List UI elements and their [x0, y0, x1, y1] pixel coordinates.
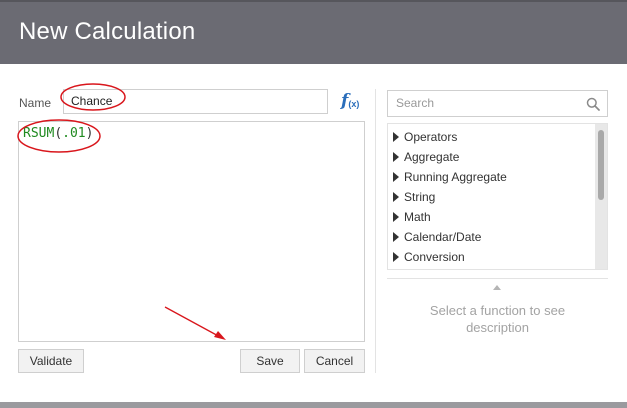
dialog-title: New Calculation — [19, 18, 196, 45]
expand-triangle-icon — [393, 212, 399, 222]
expand-triangle-icon — [393, 192, 399, 202]
function-category-label: Operators — [404, 130, 458, 144]
search-placeholder: Search — [396, 96, 435, 110]
function-list: Operators Aggregate Running Aggregate St… — [387, 123, 608, 270]
name-input[interactable]: Chance — [63, 89, 328, 114]
function-category-aggregate[interactable]: Aggregate — [393, 148, 459, 166]
save-button[interactable]: Save — [240, 349, 300, 373]
function-icon-sub: (x) — [348, 99, 360, 109]
new-calculation-dialog: New Calculation Name Chance f(x) RSUM(.0… — [0, 0, 627, 402]
function-search-input[interactable]: Search — [387, 90, 608, 117]
expand-triangle-icon — [393, 232, 399, 242]
expand-triangle-icon — [393, 132, 399, 142]
function-category-conversion[interactable]: Conversion — [393, 248, 465, 266]
panel-divider — [375, 89, 376, 373]
formula-function: RSUM — [23, 126, 55, 141]
function-category-label: Math — [404, 210, 431, 224]
function-category-label: Running Aggregate — [404, 170, 507, 184]
scrollbar-thumb[interactable] — [598, 130, 604, 200]
function-category-running-aggregate[interactable]: Running Aggregate — [393, 168, 507, 186]
formula-argument: .01 — [62, 126, 86, 141]
dialog-title-bar: New Calculation — [0, 0, 627, 64]
function-category-label: Calendar/Date — [404, 230, 482, 244]
function-category-label: Conversion — [404, 250, 465, 264]
function-icon[interactable]: f(x) — [341, 91, 359, 114]
expand-triangle-icon — [393, 152, 399, 162]
function-category-label: Aggregate — [404, 150, 460, 164]
expand-triangle-icon — [393, 252, 399, 262]
formula-close-paren: ) — [85, 126, 94, 141]
collapse-arrow-icon[interactable] — [493, 285, 501, 290]
cancel-button[interactable]: Cancel — [304, 349, 365, 373]
function-category-math[interactable]: Math — [393, 208, 431, 226]
function-list-scrollbar[interactable] — [595, 124, 607, 269]
function-description: Select a function to see description — [429, 303, 566, 335]
function-category-label: String — [404, 190, 436, 204]
function-category-operators[interactable]: Operators — [393, 128, 457, 146]
function-category-calendar-date[interactable]: Calendar/Date — [393, 228, 481, 246]
background-strip — [0, 402, 627, 408]
search-icon[interactable] — [586, 97, 600, 111]
name-label: Name — [19, 96, 52, 110]
formula-editor[interactable]: RSUM(.01) — [18, 121, 365, 342]
formula-text: RSUM(.01) — [23, 126, 93, 141]
expand-triangle-icon — [393, 172, 399, 182]
description-divider — [387, 278, 608, 279]
formula-open-paren: ( — [54, 126, 63, 141]
function-category-string[interactable]: String — [393, 188, 435, 206]
validate-button[interactable]: Validate — [18, 349, 84, 373]
